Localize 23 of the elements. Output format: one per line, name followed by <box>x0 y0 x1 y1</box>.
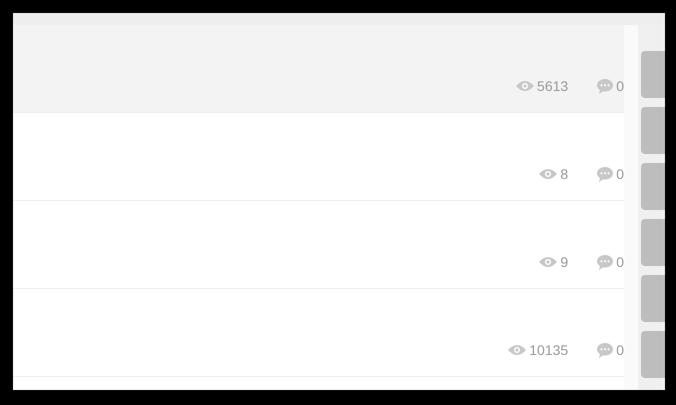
comment-icon <box>597 254 614 270</box>
eye-icon <box>516 80 534 92</box>
reply-count: 0 <box>616 166 624 182</box>
eye-icon <box>539 168 558 180</box>
reply-count: 0 <box>616 254 624 270</box>
reply-count: 0 <box>616 342 624 358</box>
side-tab[interactable] <box>641 331 665 378</box>
view-count: 9 <box>560 254 568 270</box>
side-tab[interactable] <box>641 107 665 154</box>
side-tab[interactable] <box>641 163 665 210</box>
side-tab[interactable] <box>641 275 665 322</box>
view-count: 5613 <box>537 78 568 94</box>
eye-icon <box>539 256 558 268</box>
thread-row[interactable]: 5613 0 <box>13 25 624 113</box>
view-count: 10135 <box>529 342 568 358</box>
eye-icon <box>508 344 526 356</box>
side-tab[interactable] <box>641 219 665 266</box>
comment-icon <box>597 166 614 182</box>
reply-count: 0 <box>616 78 624 94</box>
side-tab[interactable] <box>641 51 665 98</box>
comment-icon <box>597 342 614 358</box>
view-count: 8 <box>560 166 568 182</box>
comment-icon <box>597 78 614 94</box>
